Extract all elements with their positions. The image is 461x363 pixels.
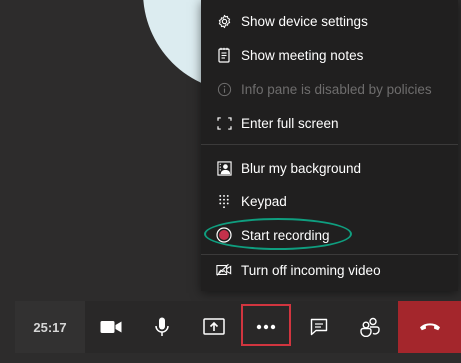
camera-button[interactable] <box>86 301 136 353</box>
menu-item-blur-background[interactable]: Blur my background <box>201 153 458 183</box>
menu-item-label: Enter full screen <box>241 115 339 131</box>
menu-item-label: Info pane is disabled by policies <box>241 81 432 97</box>
keypad-icon <box>216 193 232 209</box>
menu-item-turn-off-incoming-video[interactable]: Turn off incoming video <box>201 255 458 285</box>
menu-item-label: Blur my background <box>241 160 362 176</box>
info-icon <box>216 81 232 97</box>
microphone-button[interactable] <box>137 301 187 353</box>
menu-item-info-pane: Info pane is disabled by policies <box>201 74 458 104</box>
share-screen-icon <box>203 318 225 336</box>
menu-item-keypad[interactable]: Keypad <box>201 186 458 216</box>
microphone-icon <box>155 317 169 337</box>
meeting-stage: Show device settings Show meeting notes … <box>0 0 461 363</box>
video-off-icon <box>216 262 232 278</box>
hang-up-icon <box>419 318 441 336</box>
share-screen-button[interactable] <box>189 301 239 353</box>
menu-item-label: Show meeting notes <box>241 47 364 63</box>
participants-icon <box>360 317 380 337</box>
notes-icon <box>216 47 232 63</box>
participants-button[interactable] <box>345 301 395 353</box>
chat-button[interactable] <box>294 301 344 353</box>
menu-divider <box>201 144 458 145</box>
chat-icon <box>310 318 328 336</box>
camera-icon <box>100 320 122 334</box>
menu-item-label: Turn off incoming video <box>241 262 381 278</box>
menu-item-label: Keypad <box>241 193 287 209</box>
gear-icon <box>216 13 232 29</box>
hang-up-button[interactable] <box>398 301 461 353</box>
menu-item-device-settings[interactable]: Show device settings <box>201 6 458 36</box>
menu-item-label: Show device settings <box>241 13 368 29</box>
menu-item-full-screen[interactable]: Enter full screen <box>201 108 458 138</box>
menu-item-meeting-notes[interactable]: Show meeting notes <box>201 40 458 70</box>
call-timer: 25:17 <box>15 301 85 353</box>
fullscreen-icon <box>216 115 232 131</box>
more-options-highlight <box>241 304 291 346</box>
blur-background-icon <box>216 160 232 176</box>
start-recording-highlight <box>204 218 352 250</box>
